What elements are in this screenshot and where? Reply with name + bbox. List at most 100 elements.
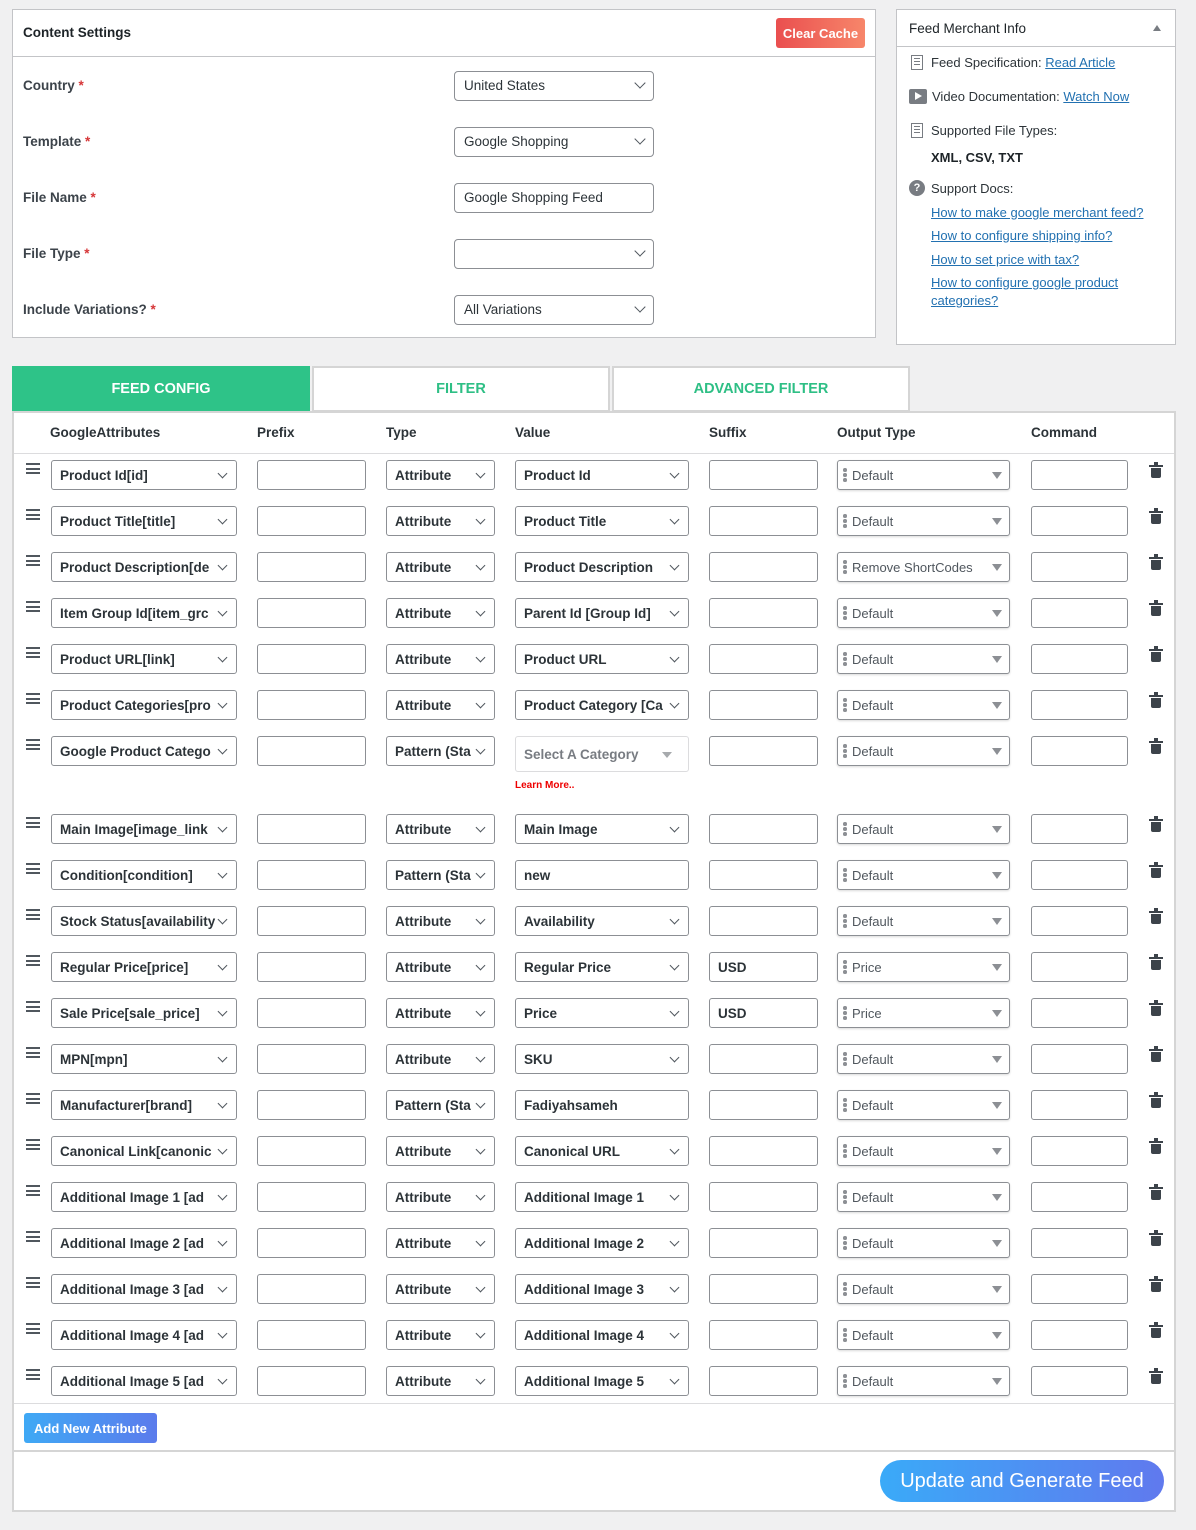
trash-icon[interactable] xyxy=(1149,1000,1163,1016)
output-type-select[interactable]: Default xyxy=(837,644,1010,674)
google-attribute-select[interactable]: Manufacturer[brand] xyxy=(51,1090,237,1120)
value-select[interactable]: SKU xyxy=(515,1044,689,1074)
type-select[interactable]: Attribute xyxy=(386,906,495,936)
suffix-input[interactable] xyxy=(709,1136,818,1166)
suffix-input[interactable] xyxy=(709,1320,818,1350)
update-and-generate-feed-button[interactable]: Update and Generate Feed xyxy=(880,1460,1164,1502)
output-type-select[interactable]: Default xyxy=(837,506,1010,536)
trash-icon[interactable] xyxy=(1149,862,1163,878)
trash-icon[interactable] xyxy=(1149,1046,1163,1062)
google-attribute-select[interactable]: Additional Image 4 [ad xyxy=(51,1320,237,1350)
google-attribute-select[interactable]: Product Title[title] xyxy=(51,506,237,536)
command-input[interactable] xyxy=(1031,1182,1128,1212)
suffix-input[interactable]: USD xyxy=(709,952,818,982)
prefix-input[interactable] xyxy=(257,1274,366,1304)
country-select[interactable]: United States xyxy=(454,71,654,101)
drag-handle-icon[interactable] xyxy=(26,909,40,920)
command-input[interactable] xyxy=(1031,552,1128,582)
suffix-input[interactable] xyxy=(709,506,818,536)
prefix-input[interactable] xyxy=(257,644,366,674)
output-type-select[interactable]: Default xyxy=(837,598,1010,628)
type-select[interactable]: Attribute xyxy=(386,1136,495,1166)
value-select[interactable]: Additional Image 5 xyxy=(515,1366,689,1396)
type-select[interactable]: Attribute xyxy=(386,644,495,674)
template-select[interactable]: Google Shopping xyxy=(454,127,654,157)
google-attribute-select[interactable]: Additional Image 3 [ad xyxy=(51,1274,237,1304)
type-select[interactable]: Attribute xyxy=(386,814,495,844)
trash-icon[interactable] xyxy=(1149,600,1163,616)
type-select[interactable]: Attribute xyxy=(386,998,495,1028)
add-new-attribute-button[interactable]: Add New Attribute xyxy=(24,1413,157,1443)
value-input[interactable]: new xyxy=(515,860,689,890)
trash-icon[interactable] xyxy=(1149,646,1163,662)
suffix-input[interactable] xyxy=(709,1228,818,1258)
type-select[interactable]: Pattern (Sta xyxy=(386,736,495,766)
google-attribute-select[interactable]: Sale Price[sale_price] xyxy=(51,998,237,1028)
output-type-select[interactable]: Default xyxy=(837,1320,1010,1350)
value-select[interactable]: Product Category [Ca xyxy=(515,690,689,720)
command-input[interactable] xyxy=(1031,1228,1128,1258)
value-select[interactable]: Price xyxy=(515,998,689,1028)
command-input[interactable] xyxy=(1031,998,1128,1028)
prefix-input[interactable] xyxy=(257,1044,366,1074)
google-attribute-select[interactable]: Additional Image 1 [ad xyxy=(51,1182,237,1212)
support-link-shipping-info[interactable]: How to configure shipping info? xyxy=(931,227,1161,245)
drag-handle-icon[interactable] xyxy=(26,1277,40,1288)
value-select[interactable]: Canonical URL xyxy=(515,1136,689,1166)
command-input[interactable] xyxy=(1031,506,1128,536)
command-input[interactable] xyxy=(1031,460,1128,490)
drag-handle-icon[interactable] xyxy=(26,817,40,828)
command-input[interactable] xyxy=(1031,598,1128,628)
output-type-select[interactable]: Default xyxy=(837,1366,1010,1396)
drag-handle-icon[interactable] xyxy=(26,1185,40,1196)
google-attribute-select[interactable]: Canonical Link[canonic xyxy=(51,1136,237,1166)
google-attribute-select[interactable]: Product Description[de xyxy=(51,552,237,582)
suffix-input[interactable] xyxy=(709,1090,818,1120)
output-type-select[interactable]: Remove ShortCodes xyxy=(837,552,1010,582)
trash-icon[interactable] xyxy=(1149,1322,1163,1338)
google-attribute-select[interactable]: Stock Status[availability xyxy=(51,906,237,936)
prefix-input[interactable] xyxy=(257,1090,366,1120)
command-input[interactable] xyxy=(1031,860,1128,890)
type-select[interactable]: Attribute xyxy=(386,690,495,720)
value-select[interactable]: Main Image xyxy=(515,814,689,844)
suffix-input[interactable] xyxy=(709,552,818,582)
output-type-select[interactable]: Default xyxy=(837,814,1010,844)
output-type-select[interactable]: Default xyxy=(837,1182,1010,1212)
drag-handle-icon[interactable] xyxy=(26,647,40,658)
google-attribute-select[interactable]: Product Id[id] xyxy=(51,460,237,490)
suffix-input[interactable] xyxy=(709,860,818,890)
value-select[interactable]: Parent Id [Group Id] xyxy=(515,598,689,628)
value-select[interactable]: Additional Image 2 xyxy=(515,1228,689,1258)
tab-advanced-filter[interactable]: ADVANCED FILTER xyxy=(612,366,910,412)
value-select[interactable]: Product Title xyxy=(515,506,689,536)
type-select[interactable]: Pattern (Sta xyxy=(386,860,495,890)
command-input[interactable] xyxy=(1031,1044,1128,1074)
trash-icon[interactable] xyxy=(1149,1368,1163,1384)
output-type-select[interactable]: Price xyxy=(837,952,1010,982)
google-attribute-select[interactable]: MPN[mpn] xyxy=(51,1044,237,1074)
output-type-select[interactable]: Default xyxy=(837,1228,1010,1258)
command-input[interactable] xyxy=(1031,1136,1128,1166)
drag-handle-icon[interactable] xyxy=(26,509,40,520)
drag-handle-icon[interactable] xyxy=(26,463,40,474)
suffix-input[interactable] xyxy=(709,1366,818,1396)
type-select[interactable]: Pattern (Sta xyxy=(386,1090,495,1120)
type-select[interactable]: Attribute xyxy=(386,1320,495,1350)
command-input[interactable] xyxy=(1031,906,1128,936)
suffix-input[interactable] xyxy=(709,1274,818,1304)
support-link-price-tax[interactable]: How to set price with tax? xyxy=(931,251,1161,269)
value-select[interactable]: Product Id xyxy=(515,460,689,490)
trash-icon[interactable] xyxy=(1149,1092,1163,1108)
suffix-input[interactable] xyxy=(709,690,818,720)
output-type-select[interactable]: Default xyxy=(837,1274,1010,1304)
learn-more-link[interactable]: Learn More.. xyxy=(515,780,574,791)
value-select[interactable]: Regular Price xyxy=(515,952,689,982)
suffix-input[interactable]: USD xyxy=(709,998,818,1028)
suffix-input[interactable] xyxy=(709,906,818,936)
file-name-input[interactable]: Google Shopping Feed xyxy=(454,183,654,213)
support-link-product-categories[interactable]: How to configure google product categori… xyxy=(931,274,1161,310)
suffix-input[interactable] xyxy=(709,814,818,844)
prefix-input[interactable] xyxy=(257,1366,366,1396)
value-select[interactable]: Availability xyxy=(515,906,689,936)
